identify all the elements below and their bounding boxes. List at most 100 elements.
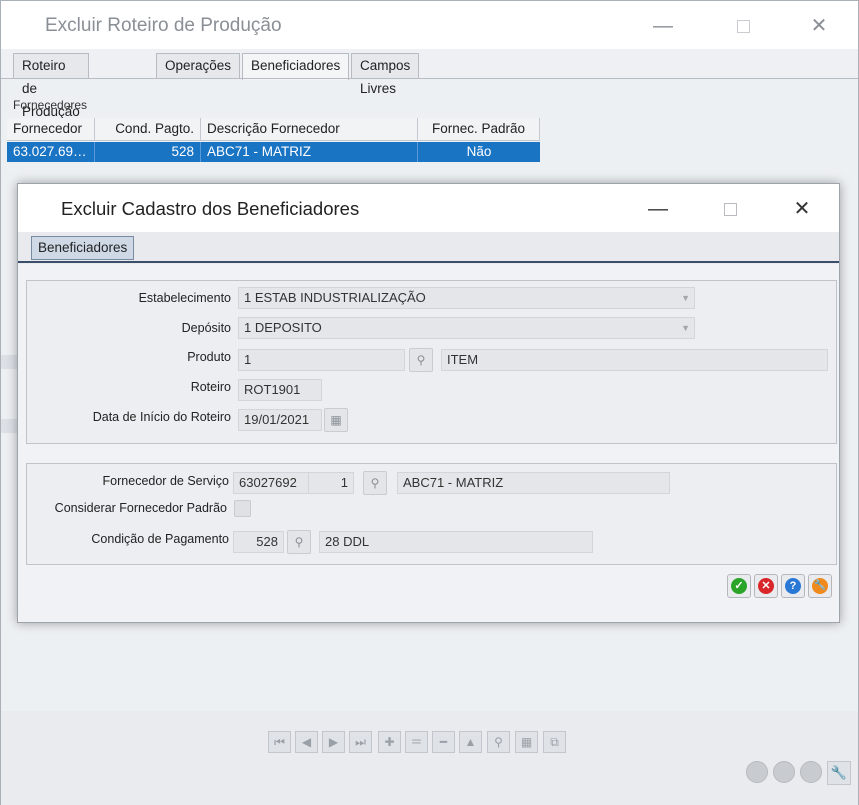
help-disabled-button[interactable]: [800, 761, 822, 783]
fornecedor-panel: Fornecedor de Serviço 63027692 1 ⚲ ABC71…: [26, 463, 837, 565]
cancel-button[interactable]: ✕: [754, 574, 778, 598]
check-icon: ✓: [731, 578, 747, 594]
considerar-padrao-label: Considerar Fornecedor Padrão: [54, 501, 227, 515]
col-fornecedor[interactable]: Fornecedor: [7, 118, 95, 141]
produto-description-field[interactable]: ITEM: [441, 349, 828, 371]
next-record-button[interactable]: ▶: [322, 731, 345, 753]
fornecedor-search-button[interactable]: ⚲: [363, 471, 387, 495]
export-button[interactable]: ⧉: [543, 731, 566, 753]
estabelecimento-select[interactable]: 1 ESTAB INDUSTRIALIZAÇÃO ▼: [238, 287, 695, 309]
dialog-maximize-button[interactable]: [708, 192, 752, 226]
tab-beneficiadores-dialog[interactable]: Beneficiadores: [31, 236, 135, 260]
condicao-search-button[interactable]: ⚲: [287, 530, 311, 554]
plus-icon: ✚: [384, 735, 395, 749]
tab-roteiro-producao[interactable]: Roteiro de Produção: [13, 53, 89, 119]
dialog-title: Excluir Cadastro dos Beneficiadores: [61, 198, 360, 219]
tab-divider: [1, 78, 858, 79]
table-row[interactable]: 63.027.69… 528 ABC71 - MATRIZ Não: [7, 142, 540, 162]
first-record-button[interactable]: ⏮: [268, 731, 291, 753]
export-icon: ⧉: [550, 735, 559, 749]
chevron-down-icon: ▼: [681, 323, 690, 333]
search-icon: ⚲: [494, 735, 503, 749]
fornecedor-codigo-field[interactable]: 63027692: [233, 472, 309, 494]
cell-cond-pagto: 528: [95, 142, 201, 162]
produto-search-button[interactable]: ⚲: [409, 348, 433, 372]
tab-operacoes[interactable]: Operações: [156, 53, 241, 78]
window-title: Excluir Roteiro de Produção: [45, 15, 282, 36]
dialog-tabbar: Beneficiadores: [18, 232, 839, 264]
dialog-titlebar: Excluir Cadastro dos Beneficiadores — ✕: [18, 184, 839, 232]
minus-icon: ━: [439, 735, 448, 749]
fornecedores-section-label: Fornecedores: [13, 98, 88, 112]
cell-padrao: Não: [466, 144, 492, 159]
condicao-descricao-field[interactable]: 28 DDL: [319, 531, 593, 553]
main-titlebar: Excluir Roteiro de Produção — ✕: [1, 1, 858, 49]
dialog-minimize-button[interactable]: —: [636, 192, 680, 226]
prev-icon: ◀: [301, 735, 312, 749]
x-icon: ✕: [758, 578, 774, 594]
fornecedor-servico-label: Fornecedor de Serviço: [102, 474, 229, 488]
confirm-disabled-button[interactable]: [746, 761, 768, 783]
previous-record-button[interactable]: ◀: [295, 731, 318, 753]
estabelecimento-value: 1 ESTAB INDUSTRIALIZAÇÃO: [244, 290, 426, 305]
last-icon: ⏭: [355, 735, 366, 749]
col-descricao-fornecedor[interactable]: Descrição Fornecedor: [201, 118, 418, 141]
bottom-toolbar-area: [1, 711, 858, 805]
ok-button[interactable]: ✓: [727, 574, 751, 598]
produto-code-field[interactable]: 1: [238, 349, 405, 371]
beneficiadores-dialog: Excluir Cadastro dos Beneficiadores — ✕ …: [17, 183, 840, 623]
cancel-disabled-button[interactable]: [773, 761, 795, 783]
condicao-pagamento-label: Condição de Pagamento: [91, 532, 229, 546]
condicao-codigo-field[interactable]: 528: [233, 531, 284, 553]
tools-disabled-button[interactable]: 🔧: [827, 761, 851, 785]
dialog-tab-divider: [18, 261, 839, 263]
calendar-button[interactable]: ▦: [324, 408, 348, 432]
help-button[interactable]: ?: [781, 574, 805, 598]
estabelecimento-label: Estabelecimento: [138, 291, 231, 305]
maximize-icon: [723, 203, 737, 217]
chevron-down-icon: ▼: [681, 293, 690, 303]
maximize-button[interactable]: [721, 9, 765, 43]
close-button[interactable]: ✕: [797, 9, 841, 43]
search-icon: ⚲: [294, 535, 304, 549]
equals-icon: ＝: [410, 735, 423, 749]
delete-record-button[interactable]: ━: [432, 731, 455, 753]
deposito-value: 1 DEPOSITO: [244, 320, 322, 335]
next-icon: ▶: [328, 735, 339, 749]
col-cond-pagto[interactable]: Cond. Pagto.: [95, 118, 201, 141]
grid-icon: ▦: [520, 735, 533, 749]
wrench-icon: 🔧: [830, 765, 848, 780]
data-inicio-label: Data de Início do Roteiro: [92, 410, 231, 424]
considerar-padrao-checkbox[interactable]: [234, 500, 251, 517]
edit-record-button[interactable]: ＝: [405, 731, 428, 753]
last-record-button[interactable]: ⏭: [349, 731, 372, 753]
tab-campos-livres[interactable]: Campos Livres: [351, 53, 420, 96]
table-header: Fornecedor Cond. Pagto. Descrição Fornec…: [7, 118, 540, 141]
search-icon: ⚲: [416, 353, 426, 367]
triangle-up-icon: ▲: [464, 735, 477, 749]
fornecedor-loja-field[interactable]: 1: [308, 472, 354, 494]
produto-label: Produto: [187, 350, 231, 364]
deposito-label: Depósito: [181, 321, 231, 335]
first-icon: ⏮: [274, 735, 285, 749]
roteiro-field[interactable]: ROT1901: [238, 379, 322, 401]
maximize-icon: [736, 20, 750, 34]
grid-view-button[interactable]: ▦: [515, 731, 538, 753]
minimize-button[interactable]: —: [641, 9, 685, 43]
dialog-close-button[interactable]: ✕: [780, 192, 824, 226]
col-fornec-padrao[interactable]: Fornec. Padrão: [418, 118, 540, 141]
question-icon: ?: [785, 578, 801, 594]
roteiro-label: Roteiro: [190, 380, 231, 394]
wrench-icon: 🔧: [812, 578, 828, 594]
tab-beneficiadores[interactable]: Beneficiadores: [242, 53, 350, 80]
fornecedor-descricao-field[interactable]: ABC71 - MATRIZ: [397, 472, 670, 494]
deposito-select[interactable]: 1 DEPOSITO ▼: [238, 317, 695, 339]
cell-fornecedor: 63.027.69…: [7, 142, 95, 162]
cell-descricao: ABC71 - MATRIZ: [201, 142, 418, 162]
search-button[interactable]: ⚲: [487, 731, 510, 753]
tools-button[interactable]: 🔧: [808, 574, 832, 598]
up-button[interactable]: ▲: [459, 731, 482, 753]
calendar-icon: ▦: [330, 413, 342, 427]
data-inicio-field[interactable]: 19/01/2021: [238, 409, 322, 431]
add-record-button[interactable]: ✚: [378, 731, 401, 753]
